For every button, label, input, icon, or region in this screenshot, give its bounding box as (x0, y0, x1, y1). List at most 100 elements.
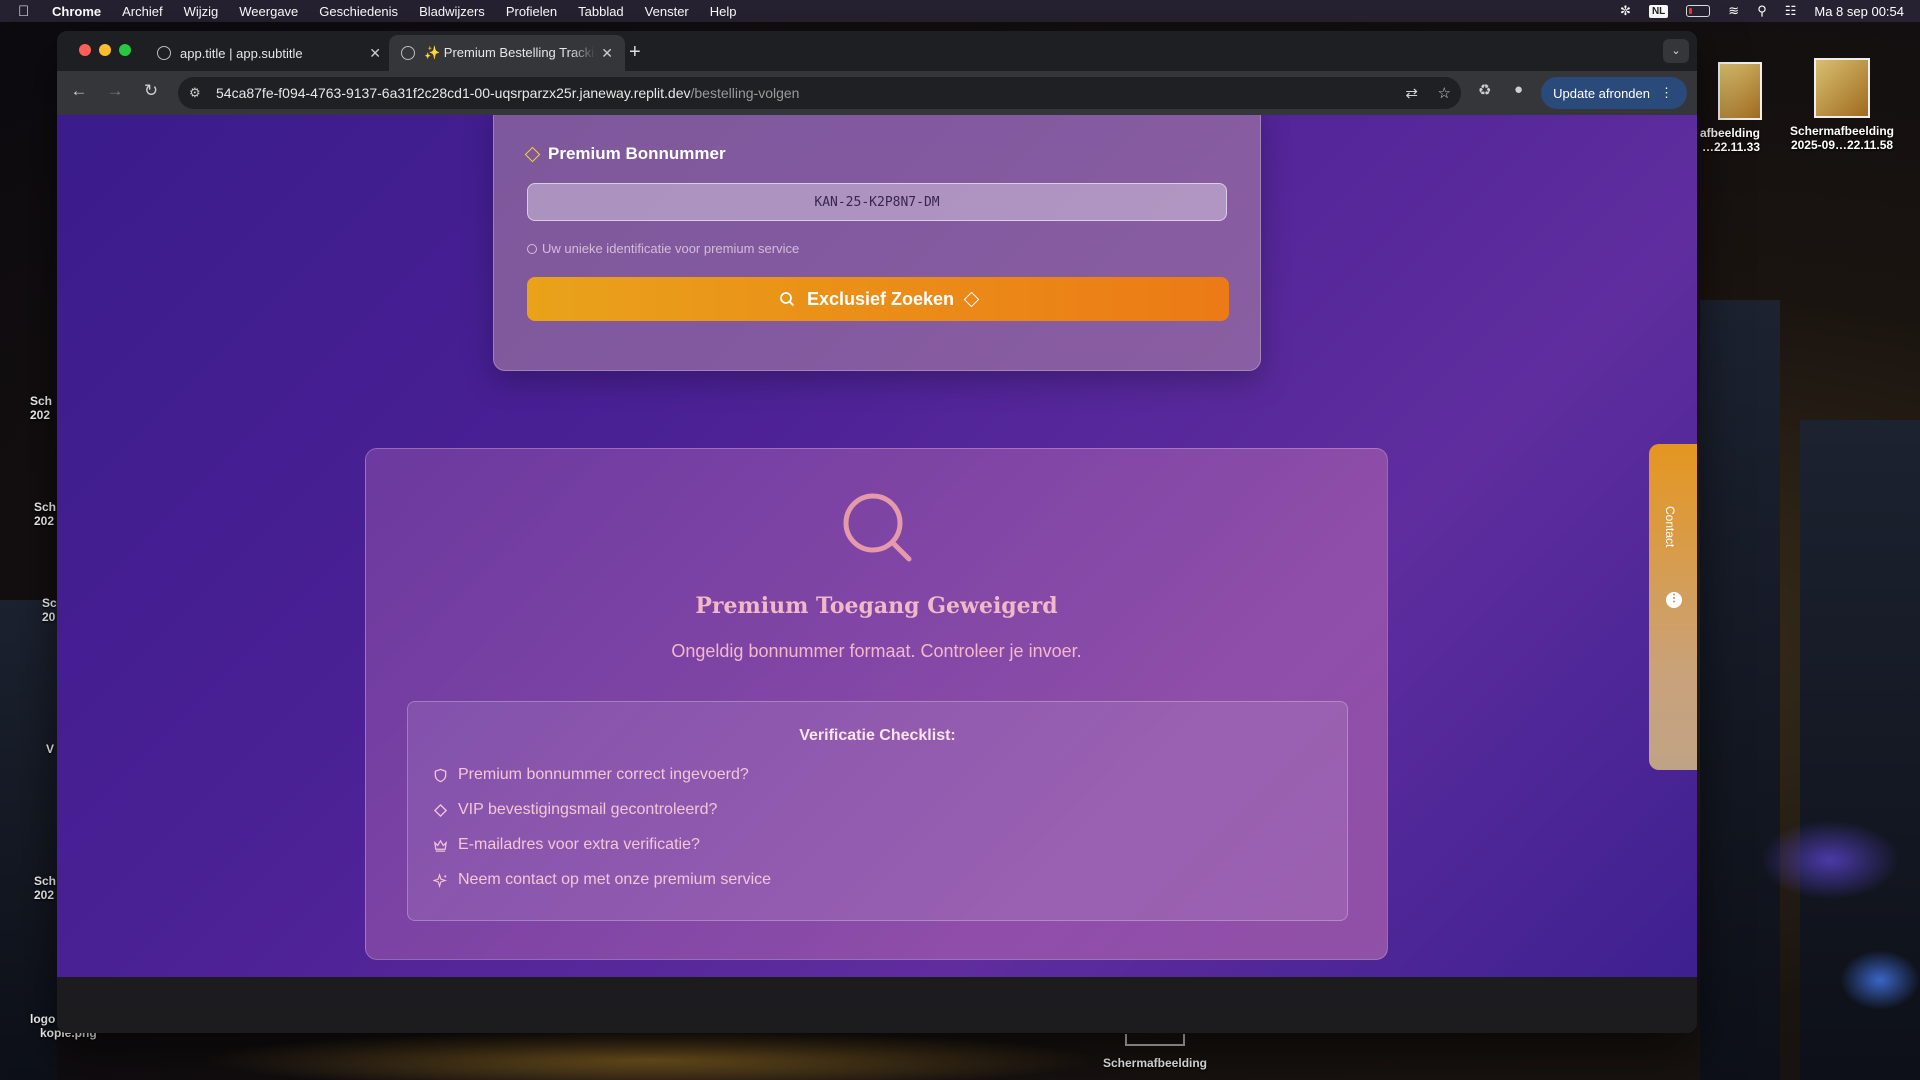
shield-icon (434, 768, 447, 782)
input-language-indicator[interactable]: NL (1648, 4, 1669, 18)
city-light (200, 1030, 1100, 1080)
desktop-file-label[interactable]: V (46, 742, 57, 756)
crown-icon (434, 839, 447, 852)
wifi-icon[interactable]: ≋ (1728, 3, 1739, 19)
verification-checklist: Verificatie Checklist: Premium bonnummer… (407, 701, 1348, 921)
new-tab-icon[interactable]: + (629, 41, 641, 64)
sparkles-icon (433, 872, 448, 888)
contact-side-tab[interactable]: Contact ⋮ (1649, 444, 1697, 770)
globe-icon (401, 46, 415, 60)
extensions-icon[interactable]: ♻ (1478, 81, 1491, 99)
checklist-title: Verificatie Checklist: (799, 727, 956, 744)
menu-item-archief[interactable]: Archief (122, 4, 162, 19)
checklist-item-text: VIP bevestigingsmail gecontroleerd? (458, 801, 718, 818)
city-building (1700, 300, 1780, 1080)
desktop-file-label: afbeelding …22.11.33 (1699, 126, 1760, 154)
menu-item-bladwijzers[interactable]: Bladwijzers (419, 4, 485, 19)
menu-item-weergave[interactable]: Weergave (239, 4, 298, 19)
battery-icon[interactable] (1686, 5, 1711, 17)
menu-item-tabblad[interactable]: Tabblad (578, 4, 624, 19)
menu-item-wijzig[interactable]: Wijzig (184, 4, 219, 19)
city-building (0, 600, 57, 1080)
search-button-label: Exclusief Zoeken (806, 288, 955, 309)
minimize-window-button[interactable] (99, 44, 111, 56)
desktop-file-label: 2025-09…22.11.58 (1790, 138, 1894, 152)
close-tab-icon[interactable]: ✕ (601, 45, 613, 62)
desktop-file-label: Schermafbeelding (1102, 1056, 1208, 1070)
checklist-item-text: E-mailadres voor extra verificatie? (458, 836, 700, 853)
diamond-icon (524, 146, 541, 162)
desktop-file-icon[interactable]: afbeelding …22.11.33 (1690, 62, 1762, 154)
checklist-item: Premium bonnummer correct ingevoerd? (433, 766, 749, 784)
checklist-item: VIP bevestigingsmail gecontroleerd? (433, 801, 717, 819)
bookmark-star-icon[interactable]: ☆ (1438, 84, 1451, 102)
city-light (1760, 820, 1900, 900)
desktop-file-label[interactable]: Sch 202 (34, 874, 57, 902)
site-settings-icon[interactable]: ⚙ (189, 85, 205, 101)
error-result-card: Premium Toegang Geweigerd Ongeldig bonnu… (365, 448, 1388, 960)
bonnummer-label-text: Premium Bonnummer (548, 144, 726, 163)
browser-window: app.title | app.subtitle ✕ ✨ Premium Bes… (57, 31, 1697, 1033)
file-thumbnail (1718, 62, 1762, 120)
exclusief-zoeken-button[interactable]: Exclusief Zoeken (527, 277, 1229, 321)
mac-menubar:  Chrome Archief Wijzig Weergave Geschie… (0, 0, 1920, 22)
desktop-file-label[interactable]: Sch 202 (30, 394, 57, 422)
address-bar[interactable]: ⚙ 54ca87fe-f094-4763-9137-6a31f2c28cd1-0… (178, 77, 1461, 109)
tab-app-title[interactable]: app.title | app.subtitle ✕ (153, 35, 393, 71)
browser-toolbar: ← → ↻ ⚙ 54ca87fe-f094-4763-9137-6a31f2c2… (57, 71, 1697, 115)
zoom-window-button[interactable] (119, 44, 131, 56)
window-controls (79, 44, 131, 56)
error-message: Ongeldig bonnummer formaat. Controleer j… (671, 641, 1082, 661)
back-arrow-icon[interactable]: ← (67, 81, 91, 101)
search-icon (780, 292, 795, 307)
globe-icon (157, 46, 171, 60)
checklist-item-text: Premium bonnummer correct ingevoerd? (458, 766, 749, 783)
tab-premium-bestelling[interactable]: ✨ Premium Bestelling Tracking ✕ (389, 35, 625, 71)
file-thumbnail (1125, 1034, 1185, 1046)
url-text[interactable]: 54ca87fe-f094-4763-9137-6a31f2c28cd1-00-… (216, 85, 799, 101)
close-tab-icon[interactable]: ✕ (369, 45, 381, 62)
apple-icon[interactable]:  (18, 3, 40, 20)
page-bottom-bar (57, 977, 1697, 1033)
close-window-button[interactable] (79, 44, 91, 56)
menu-item-venster[interactable]: Venster (645, 4, 689, 19)
forward-arrow-icon[interactable]: → (103, 81, 127, 101)
tab-title: app.title | app.subtitle (180, 45, 303, 61)
menu-item-geschiedenis[interactable]: Geschiedenis (319, 4, 398, 19)
desktop-file-icon[interactable]: Schermafbeelding 2025-09…22.11.58 (1772, 58, 1912, 152)
search-icon (843, 493, 912, 562)
info-circle-icon (527, 243, 537, 254)
bonnummer-input[interactable] (527, 183, 1227, 221)
desktop-file-label[interactable]: Sch 202 (34, 500, 57, 528)
more-menu-icon: ⋮ (1660, 85, 1673, 100)
update-button[interactable]: Update afronden ⋮ (1541, 77, 1687, 109)
reload-icon[interactable]: ↻ (139, 81, 163, 101)
menu-item-profielen[interactable]: Profielen (506, 4, 557, 19)
chatgpt-icon[interactable]: ✼ (1620, 3, 1631, 19)
hint-text: Uw unieke identificatie voor premium ser… (542, 241, 800, 256)
control-center-icon[interactable]: ☷ (1785, 3, 1797, 19)
desktop-file-label[interactable]: Sc 20 (42, 596, 57, 624)
diamond-icon (963, 291, 980, 307)
city-light (1840, 950, 1920, 1010)
url-path: /bestelling-volgen (690, 85, 800, 101)
spotlight-search-icon[interactable]: ⚲ (1757, 3, 1767, 19)
tab-search-chevron-icon[interactable]: ⌄ (1663, 39, 1689, 63)
menubar-clock[interactable]: Ma 8 sep 00:54 (1814, 4, 1904, 19)
profile-avatar[interactable]: ● (1514, 81, 1523, 98)
file-thumbnail (1814, 58, 1870, 118)
translate-icon[interactable]: ⇄ (1405, 84, 1418, 102)
error-title: Premium Toegang Geweigerd (695, 593, 1058, 619)
desktop-file-icon[interactable]: Schermafbeelding (1090, 1034, 1220, 1070)
tab-title: ✨ Premium Bestelling Tracking (424, 45, 596, 60)
checklist-item-text: Neem contact op met onze premium service (458, 871, 772, 888)
checklist-item: Neem contact op met onze premium service (433, 871, 771, 889)
desktop-file-label: Schermafbeelding (1789, 124, 1895, 138)
menu-item-help[interactable]: Help (710, 4, 737, 19)
bonnummer-label: Premium Bonnummer (524, 144, 726, 164)
more-options-icon[interactable]: ⋮ (1666, 592, 1682, 608)
diamond-icon (433, 803, 448, 817)
menu-app-name[interactable]: Chrome (52, 4, 101, 19)
page-viewport: Premium Bonnummer Uw unieke identificati… (57, 115, 1697, 977)
search-card: Premium Bonnummer Uw unieke identificati… (493, 115, 1261, 371)
